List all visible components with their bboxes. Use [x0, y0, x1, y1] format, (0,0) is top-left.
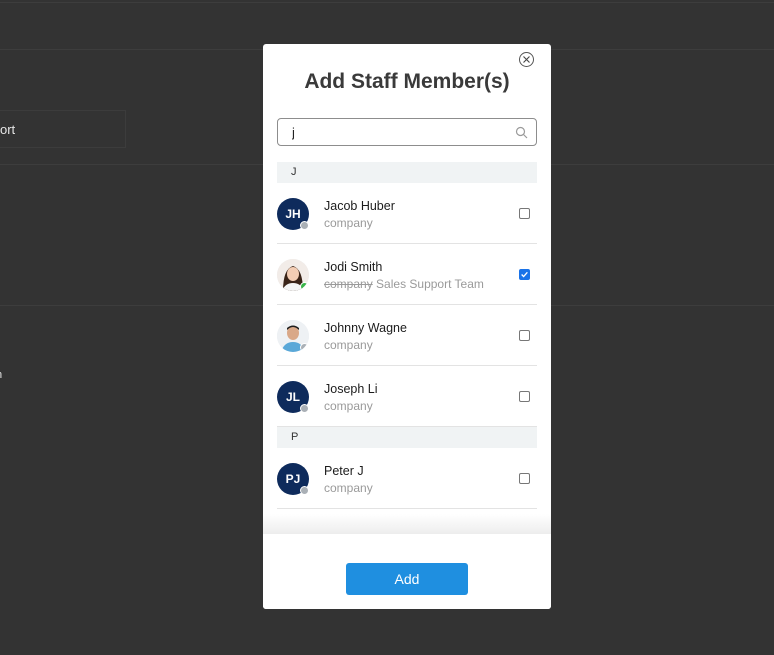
modal-footer: Add: [263, 534, 551, 609]
staff-affiliation: company: [324, 481, 373, 495]
staff-company: company: [324, 399, 373, 413]
status-indicator: [300, 221, 309, 230]
background-text: n: [0, 369, 2, 381]
avatar: PJ: [277, 463, 309, 495]
select-checkbox[interactable]: [519, 473, 530, 484]
staff-row[interactable]: JH Jacob Huber company: [277, 183, 537, 244]
staff-affiliation: company: [324, 338, 373, 352]
avatar-initials: JL: [285, 390, 300, 404]
staff-affiliation: company Sales Support Team: [324, 277, 484, 291]
staff-row[interactable]: PJ Peter J company: [277, 448, 537, 509]
staff-affiliation: company: [324, 399, 373, 413]
staff-company: company: [324, 481, 373, 495]
staff-name: Jacob Huber: [324, 199, 395, 213]
status-indicator: [300, 282, 309, 291]
staff-company: company: [324, 277, 373, 291]
staff-name: Jodi Smith: [324, 260, 383, 274]
select-checkbox[interactable]: [519, 269, 530, 280]
select-checkbox[interactable]: [519, 208, 530, 219]
search-box[interactable]: [277, 118, 537, 146]
search-icon[interactable]: [515, 126, 528, 139]
staff-company: company: [324, 338, 373, 352]
status-indicator: [300, 404, 309, 413]
group-header-p: P: [277, 427, 537, 448]
staff-name: Peter J: [324, 464, 364, 478]
staff-row[interactable]: Jodi Smith company Sales Support Team: [277, 244, 537, 305]
staff-list[interactable]: J JH Jacob Huber company Jodi Smith company S…: [277, 162, 537, 534]
background-panel: [0, 110, 126, 148]
background-divider: [0, 2, 774, 3]
staff-team: Sales Support Team: [376, 277, 484, 291]
close-button[interactable]: [519, 52, 534, 67]
staff-row[interactable]: JL Joseph Li company: [277, 366, 537, 427]
select-checkbox[interactable]: [519, 391, 530, 402]
staff-name: Joseph Li: [324, 382, 378, 396]
list-fade: [263, 514, 551, 534]
staff-company: company: [324, 216, 373, 230]
staff-row[interactable]: Johnny Wagne company: [277, 305, 537, 366]
avatar-initials: PJ: [285, 472, 301, 486]
staff-name: Johnny Wagne: [324, 321, 407, 335]
status-indicator: [300, 343, 309, 352]
select-checkbox[interactable]: [519, 330, 530, 341]
avatar-initials: JH: [285, 207, 301, 221]
background-text: ort: [0, 122, 16, 137]
staff-affiliation: company: [324, 216, 373, 230]
avatar: [277, 320, 309, 352]
avatar: [277, 259, 309, 291]
checkmark-icon: [521, 271, 528, 278]
search-input[interactable]: [292, 124, 515, 140]
group-header-j: J: [277, 162, 537, 183]
avatar: JH: [277, 198, 309, 230]
add-button[interactable]: Add: [346, 563, 468, 595]
status-indicator: [300, 486, 309, 495]
close-icon: [523, 56, 530, 63]
modal-title: Add Staff Member(s): [304, 70, 510, 93]
add-staff-modal: Add Staff Member(s) J JH Jacob Huber compan…: [263, 44, 551, 609]
avatar: JL: [277, 381, 309, 413]
